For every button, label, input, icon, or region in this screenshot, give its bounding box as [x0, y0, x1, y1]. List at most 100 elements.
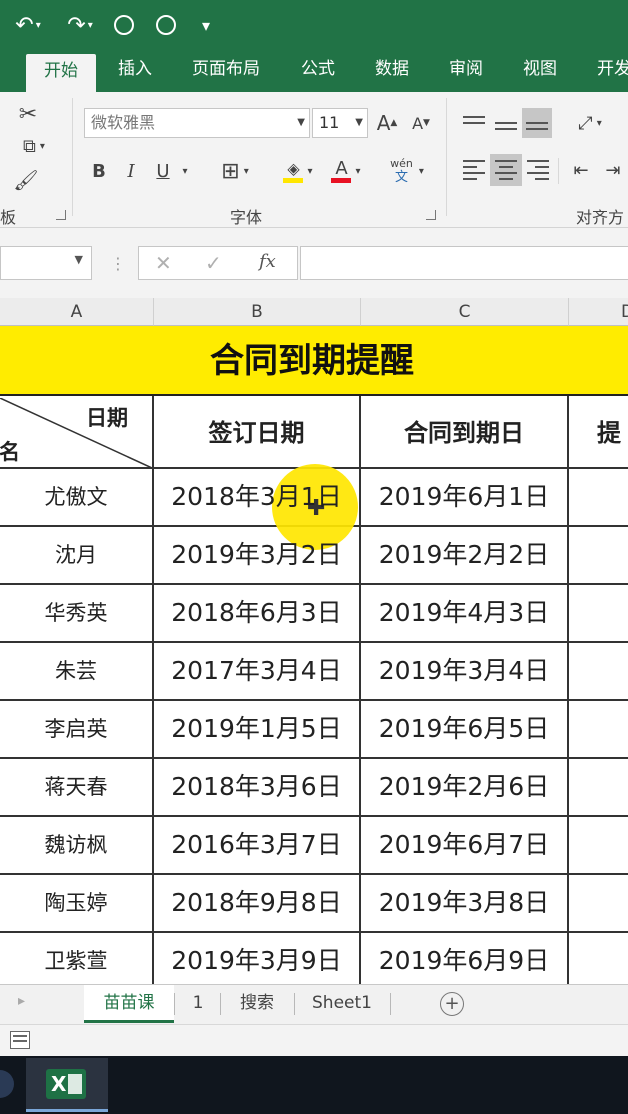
- chevron-down-icon: ▾: [243, 165, 249, 177]
- drag-handle-icon[interactable]: ⋮: [110, 254, 126, 273]
- customize-quick-access-button[interactable]: ▾: [196, 8, 216, 42]
- cell-due-date[interactable]: 2019年3月4日: [361, 643, 567, 699]
- font-color-button[interactable]: A ▾: [324, 156, 368, 186]
- align-bottom-button[interactable]: [522, 108, 552, 138]
- bold-button[interactable]: B: [88, 156, 110, 186]
- cell-name[interactable]: 李启英: [0, 701, 152, 757]
- cell-sign-date[interactable]: 2018年3月6日: [154, 759, 359, 815]
- font-size-combo[interactable]: 11 ▼: [312, 108, 368, 138]
- decrease-indent-button[interactable]: ⇤: [566, 154, 596, 186]
- cell-sign-date[interactable]: 2018年3月1日: [154, 469, 359, 525]
- cell-sign-date[interactable]: 2019年1月5日: [154, 701, 359, 757]
- start-button[interactable]: [0, 1070, 14, 1098]
- grow-font-button[interactable]: A ▲: [374, 108, 400, 138]
- phonetic-button[interactable]: wén 文 ▾: [384, 154, 430, 188]
- cell-sign-date[interactable]: 2018年6月3日: [154, 585, 359, 641]
- font-name-combo[interactable]: 微软雅黑 ▼: [84, 108, 310, 138]
- cell-due-date[interactable]: 2019年2月6日: [361, 759, 567, 815]
- chevron-down-icon: ▾: [39, 140, 45, 152]
- underline-dropdown[interactable]: ▾: [178, 156, 192, 186]
- column-header-d[interactable]: D: [569, 298, 628, 326]
- align-center-button[interactable]: [490, 154, 522, 186]
- copy-button[interactable]: ⧉ ▾: [12, 132, 56, 160]
- cell-due-date[interactable]: 2019年2月2日: [361, 527, 567, 583]
- cell-due-date[interactable]: 2019年6月9日: [361, 933, 567, 984]
- column-header-b[interactable]: B: [154, 298, 361, 326]
- cell-sign-date[interactable]: 2018年9月8日: [154, 875, 359, 931]
- borders-button[interactable]: ⊞ ▾: [212, 156, 258, 186]
- add-sheet-button[interactable]: +: [440, 992, 464, 1016]
- column-header-c[interactable]: C: [361, 298, 569, 326]
- insert-function-button[interactable]: fx: [259, 251, 276, 272]
- quick-access-button-2[interactable]: [152, 8, 180, 42]
- cell-sign-date[interactable]: 2019年3月9日: [154, 933, 359, 984]
- redo-dropdown-icon[interactable]: ▾: [88, 20, 93, 31]
- chevron-down-icon[interactable]: ▼: [297, 109, 305, 137]
- tab-home[interactable]: 开始: [26, 54, 96, 92]
- cell-sign-date[interactable]: 2016年3月7日: [154, 817, 359, 873]
- cell-name[interactable]: 魏访枫: [0, 817, 152, 873]
- orientation-button[interactable]: ⤢ ▾: [568, 108, 612, 138]
- tab-page-layout[interactable]: 页面布局: [180, 50, 272, 92]
- sheet-title-cell[interactable]: 合同到期提醒: [0, 326, 628, 396]
- tab-review[interactable]: 审阅: [436, 50, 496, 92]
- redo-icon: ↷: [67, 12, 86, 38]
- underline-button[interactable]: U: [152, 156, 174, 186]
- enter-button[interactable]: ✓: [205, 251, 222, 275]
- cancel-button[interactable]: ✕: [155, 251, 172, 275]
- align-middle-button[interactable]: [492, 108, 520, 138]
- cell-due-date[interactable]: 2019年4月3日: [361, 585, 567, 641]
- cell-name[interactable]: 蒋天春: [0, 759, 152, 815]
- chevron-down-icon[interactable]: ▼: [355, 109, 363, 137]
- header-due-date[interactable]: 合同到期日: [361, 398, 567, 468]
- name-box[interactable]: ▼: [0, 246, 92, 280]
- tab-formulas[interactable]: 公式: [288, 50, 348, 92]
- undo-button[interactable]: ↶ ▾: [8, 8, 48, 42]
- cell-due-date[interactable]: 2019年3月8日: [361, 875, 567, 931]
- font-launcher[interactable]: [426, 210, 436, 220]
- worksheet-grid[interactable]: 合同到期提醒 日期 姓名 签订日期 合同到期日 提 ✚ 尤傲文 2018年3月1…: [0, 326, 628, 984]
- scroll-tabs-right-icon[interactable]: ▸: [18, 993, 25, 1009]
- tab-data[interactable]: 数据: [362, 50, 422, 92]
- italic-button[interactable]: I: [120, 156, 142, 186]
- cell-name[interactable]: 尤傲文: [0, 469, 152, 525]
- taskbar-excel-app[interactable]: X: [26, 1058, 108, 1112]
- column-header-a[interactable]: A: [0, 298, 154, 326]
- cell-sign-date[interactable]: 2017年3月4日: [154, 643, 359, 699]
- tab-developer[interactable]: 开发: [584, 50, 628, 92]
- sheet-tab-sheet1[interactable]: Sheet1: [300, 985, 384, 1023]
- cell-name[interactable]: 卫紫萱: [0, 933, 152, 984]
- redo-button[interactable]: ↷ ▾: [60, 8, 100, 42]
- cell-name[interactable]: 朱芸: [0, 643, 152, 699]
- undo-dropdown-icon[interactable]: ▾: [36, 20, 41, 31]
- cell-due-date[interactable]: 2019年6月5日: [361, 701, 567, 757]
- sheet-tab-1[interactable]: 1: [178, 985, 218, 1023]
- format-painter-button[interactable]: 🖌: [12, 166, 40, 194]
- cell-due-date[interactable]: 2019年6月7日: [361, 817, 567, 873]
- cut-button[interactable]: ✂: [14, 100, 42, 128]
- tab-insert[interactable]: 插入: [104, 50, 166, 92]
- header-sign-date[interactable]: 签订日期: [154, 398, 359, 468]
- sheet-tab-search[interactable]: 搜索: [224, 985, 290, 1023]
- align-bottom-icon: [526, 116, 548, 130]
- shrink-font-button[interactable]: A ▼: [408, 108, 434, 138]
- cell-name[interactable]: 沈月: [0, 527, 152, 583]
- clipboard-launcher[interactable]: [56, 210, 66, 220]
- macro-record-icon[interactable]: [10, 1031, 30, 1049]
- chevron-down-icon[interactable]: ▼: [75, 253, 83, 266]
- fill-color-button[interactable]: ◈ ▾: [276, 156, 320, 186]
- increase-indent-button[interactable]: ⇥: [598, 154, 628, 186]
- sheet-tab-miaomiaoke[interactable]: 苗苗课: [84, 985, 174, 1023]
- align-top-button[interactable]: [460, 108, 488, 138]
- cell-due-date[interactable]: 2019年6月1日: [361, 469, 567, 525]
- quick-access-button-1[interactable]: [110, 8, 138, 42]
- tab-view[interactable]: 视图: [510, 50, 570, 92]
- cell-sign-date[interactable]: 2019年3月2日: [154, 527, 359, 583]
- cell-name[interactable]: 陶玉婷: [0, 875, 152, 931]
- align-right-button[interactable]: [524, 154, 552, 186]
- cell-name[interactable]: 华秀英: [0, 585, 152, 641]
- header-reminder[interactable]: 提: [569, 398, 628, 468]
- align-left-button[interactable]: [460, 154, 488, 186]
- separator: [390, 993, 391, 1015]
- formula-input[interactable]: [300, 246, 628, 280]
